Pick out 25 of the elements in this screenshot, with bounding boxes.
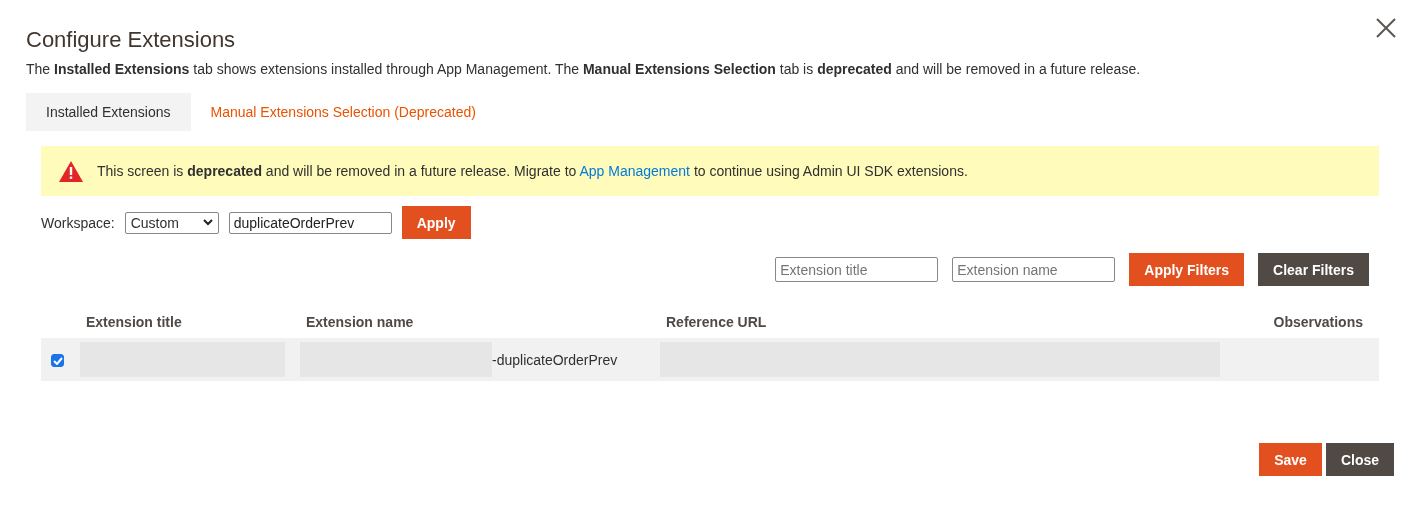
apply-filters-button[interactable]: Apply Filters bbox=[1129, 253, 1245, 286]
save-button[interactable]: Save bbox=[1259, 443, 1322, 476]
name-filter-field[interactable]: Extension name bbox=[952, 257, 1116, 282]
dialog-title: Configure Extensions bbox=[26, 26, 236, 54]
tab[interactable]: Manual Extensions Selection (Deprecated) bbox=[190, 93, 496, 131]
clear-filters-button[interactable]: Clear Filters bbox=[1258, 253, 1369, 286]
row-checkbox[interactable] bbox=[51, 354, 64, 368]
workspace-select[interactable]: Custom bbox=[124, 211, 219, 234]
column-header: Reference URL bbox=[666, 314, 767, 330]
column-header: Observations bbox=[1273, 314, 1363, 330]
table-cell: -duplicateOrderPrev bbox=[492, 351, 618, 368]
app-management-link[interactable]: App Management bbox=[579, 163, 690, 179]
warning-icon bbox=[59, 160, 83, 182]
close-button[interactable]: Close bbox=[1325, 443, 1394, 476]
caret-icon bbox=[202, 219, 213, 226]
title-filter-field[interactable]: Extension title bbox=[775, 257, 939, 282]
workspace-input[interactable]: duplicateOrderPrev bbox=[228, 211, 392, 234]
column-header: Extension title bbox=[86, 314, 182, 330]
apply-button[interactable]: Apply bbox=[401, 206, 471, 239]
column-header: Extension name bbox=[306, 314, 414, 330]
workspace-label: Workspace: bbox=[41, 214, 115, 231]
tab[interactable]: Installed Extensions bbox=[26, 93, 191, 131]
close-icon[interactable] bbox=[1376, 18, 1396, 38]
warning-text: This screen is deprecated and will be removed in a future release. Migrate to App Management to continue using Admin UI SDK extensions. bbox=[97, 163, 968, 179]
description-text: The Installed Extensions tab shows extensions installed through App Management. The Manual Extensions Selection tab is deprecated and will be removed in a future release. bbox=[26, 60, 1142, 78]
